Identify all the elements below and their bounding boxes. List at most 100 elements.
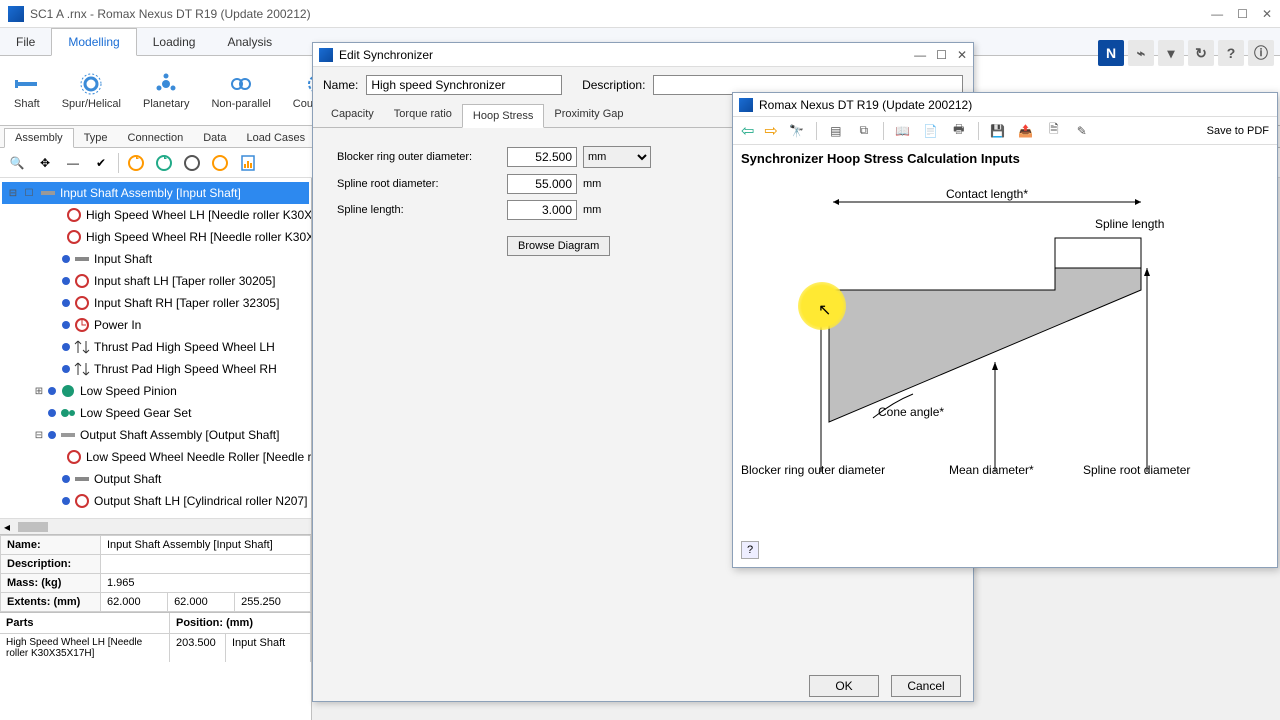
blocker-diameter-unit-select[interactable]: mm <box>583 146 651 168</box>
tab-type[interactable]: Type <box>74 129 118 147</box>
tab-assembly[interactable]: Assembly <box>4 128 74 148</box>
diagram-titlebar[interactable]: Romax Nexus DT R19 (Update 200212) <box>733 93 1277 117</box>
spur-helical-button[interactable]: Spur/Helical <box>56 70 127 112</box>
tree-root[interactable]: ⊟ ☐ Input Shaft Assembly [Input Shaft] <box>2 182 309 204</box>
export-icon[interactable]: 📤 <box>1017 122 1035 140</box>
main-titlebar: SC1 A .rnx - Romax Nexus DT R19 (Update … <box>0 0 1280 28</box>
ok-button[interactable]: OK <box>809 675 879 697</box>
refresh-blue-icon[interactable] <box>181 152 203 174</box>
zoom-icon[interactable]: 🔍 <box>6 152 28 174</box>
tab-loadcases[interactable]: Load Cases <box>236 129 315 147</box>
tab-hoop-stress[interactable]: Hoop Stress <box>462 104 545 128</box>
refresh-orange2-icon[interactable] <box>209 152 231 174</box>
synchronizer-name-input[interactable] <box>366 75 562 95</box>
tab-data[interactable]: Data <box>193 129 236 147</box>
shaft-button[interactable]: Shaft <box>8 70 46 112</box>
tree-item[interactable]: Output Shaft <box>2 468 309 490</box>
tree-item[interactable]: High Speed Wheel RH [Needle roller K30X3 <box>2 226 309 248</box>
hoop-stress-diagram: Contact length* Spline length Cone angle… <box>733 172 1277 512</box>
tab-connection[interactable]: Connection <box>118 129 194 147</box>
save-to-pdf-button[interactable]: Save to PDF <box>1207 125 1269 137</box>
minimize-icon[interactable]: — <box>914 48 926 62</box>
parts-header: Parts Position: (mm) <box>0 612 311 633</box>
assembly-icon <box>60 427 76 443</box>
tree-item[interactable]: Thrust Pad High Speed Wheel RH <box>2 358 309 380</box>
collapse-icon[interactable]: ⊟ <box>6 188 20 199</box>
diagram-window-title: Romax Nexus DT R19 (Update 200212) <box>759 98 972 112</box>
help-icon[interactable]: ? <box>1218 40 1244 66</box>
minimize-icon[interactable]: — <box>1211 7 1223 21</box>
app-logo-icon <box>8 6 24 22</box>
tree-item[interactable]: Input Shaft RH [Taper roller 32305] <box>2 292 309 314</box>
diagram-help-icon[interactable]: ? <box>741 541 759 559</box>
spline-length-input[interactable] <box>507 200 577 220</box>
tab-proximity-gap[interactable]: Proximity Gap <box>544 103 633 127</box>
collapse-icon[interactable]: — <box>62 152 84 174</box>
refresh-green-icon[interactable] <box>153 152 175 174</box>
gear-icon <box>79 72 103 96</box>
chevron-down-icon[interactable]: ▾ <box>1158 40 1184 66</box>
assembly-icon <box>40 185 56 201</box>
back-icon[interactable]: ⇦ <box>741 121 754 141</box>
top-right-icons: N ⌁ ▾ ↻ ? ⓘ <box>1098 40 1274 66</box>
tree-item[interactable]: Low Speed Wheel Needle Roller [Needle ro <box>2 446 309 468</box>
prop-mass-label: Mass: (kg) <box>1 574 101 593</box>
list-icon[interactable]: ▤ <box>827 122 845 140</box>
tree-item[interactable]: Output Shaft LH [Cylindrical roller N207… <box>2 490 309 512</box>
menu-loading[interactable]: Loading <box>137 29 212 55</box>
refresh-orange-icon[interactable] <box>125 152 147 174</box>
pulse-icon[interactable]: ⌁ <box>1128 40 1154 66</box>
dialog-titlebar[interactable]: Edit Synchronizer — ☐ ✕ <box>313 43 973 67</box>
maximize-icon[interactable]: ☐ <box>1237 7 1248 21</box>
bearing-icon <box>66 449 82 465</box>
prop-name-value: Input Shaft Assembly [Input Shaft] <box>101 536 311 555</box>
move-icon[interactable]: ✥ <box>34 152 56 174</box>
diagram-heading: Synchronizer Hoop Stress Calculation Inp… <box>733 145 1277 172</box>
tree-item[interactable]: Low Speed Gear Set <box>2 402 309 424</box>
refresh-icon[interactable]: ↻ <box>1188 40 1214 66</box>
tree-item[interactable]: ⊞Low Speed Pinion <box>2 380 309 402</box>
menu-modelling[interactable]: Modelling <box>51 28 136 56</box>
unit-label: mm <box>583 204 601 216</box>
tree-horizontal-scrollbar[interactable]: ◂ <box>0 518 311 534</box>
parts-row[interactable]: High Speed Wheel LH [Needle roller K30X3… <box>0 633 311 662</box>
bearing-icon <box>66 229 82 245</box>
expand-icon[interactable]: ⊞ <box>32 386 46 397</box>
prop-mass-value: 1.965 <box>101 574 311 593</box>
book-icon[interactable]: 📖 <box>894 122 912 140</box>
document-icon[interactable]: 🗎 <box>1045 122 1063 140</box>
copy-icon[interactable]: ⧉ <box>855 122 873 140</box>
tree-item[interactable]: Input Shaft <box>2 248 309 270</box>
page-icon[interactable]: 📄 <box>922 122 940 140</box>
close-icon[interactable]: ✕ <box>1262 7 1272 21</box>
planetary-button[interactable]: Planetary <box>137 70 195 112</box>
forward-icon[interactable]: ⇨ <box>764 121 777 141</box>
tree-item[interactable]: High Speed Wheel LH [Needle roller K30X3 <box>2 204 309 226</box>
tab-torque-ratio[interactable]: Torque ratio <box>384 103 462 127</box>
print-icon[interactable]: 🖶 <box>950 122 968 140</box>
assembly-tree[interactable]: ⊟ ☐ Input Shaft Assembly [Input Shaft] H… <box>0 178 311 518</box>
browse-diagram-button[interactable]: Browse Diagram <box>507 236 610 256</box>
tree-item[interactable]: Power In <box>2 314 309 336</box>
cancel-button[interactable]: Cancel <box>891 675 961 697</box>
binoculars-icon[interactable]: 🔭 <box>788 122 806 140</box>
check-icon[interactable]: ✔ <box>90 152 112 174</box>
non-parallel-button[interactable]: Non-parallel <box>205 70 276 112</box>
close-icon[interactable]: ✕ <box>957 48 967 62</box>
tree-item[interactable]: Thrust Pad High Speed Wheel LH <box>2 336 309 358</box>
collapse-icon[interactable]: ⊟ <box>32 430 46 441</box>
wand-icon[interactable]: ✎ <box>1073 122 1091 140</box>
tree-item[interactable]: ⊟Output Shaft Assembly [Output Shaft] <box>2 424 309 446</box>
menu-analysis[interactable]: Analysis <box>211 29 288 55</box>
report-icon[interactable] <box>237 152 259 174</box>
brand-icon[interactable]: N <box>1098 40 1124 66</box>
blocker-diameter-input[interactable] <box>507 147 577 167</box>
spline-root-input[interactable] <box>507 174 577 194</box>
thrust-icon <box>74 339 90 355</box>
maximize-icon[interactable]: ☐ <box>936 48 947 62</box>
tab-capacity[interactable]: Capacity <box>321 103 384 127</box>
info-icon[interactable]: ⓘ <box>1248 40 1274 66</box>
save-icon[interactable]: 💾 <box>989 122 1007 140</box>
menu-file[interactable]: File <box>0 29 51 55</box>
tree-item[interactable]: Input shaft LH [Taper roller 30205] <box>2 270 309 292</box>
